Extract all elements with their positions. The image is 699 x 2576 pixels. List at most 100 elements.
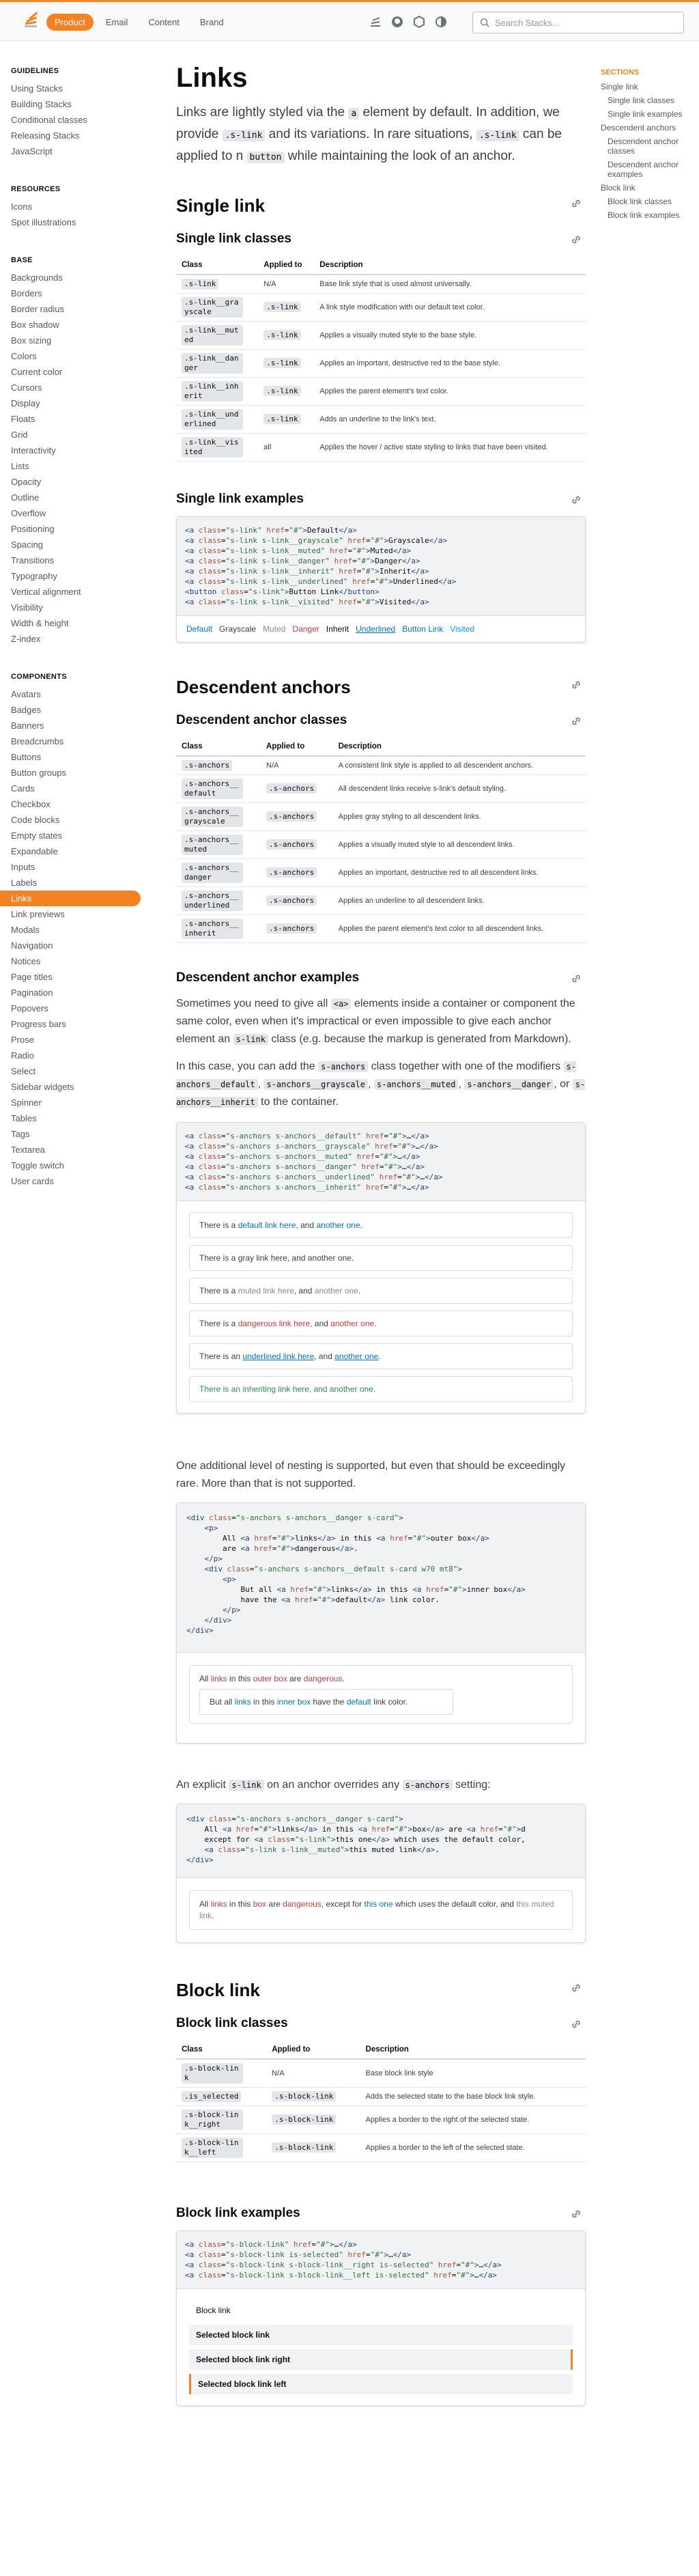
sidebar-item-spinner[interactable]: Spinner bbox=[0, 1095, 143, 1110]
demo-link[interactable]: inheriting link here bbox=[242, 1384, 309, 1394]
sidebar-item-select[interactable]: Select bbox=[0, 1063, 143, 1079]
sidebar-item-z-index[interactable]: Z-index bbox=[0, 631, 143, 647]
sidebar-item-outline[interactable]: Outline bbox=[0, 490, 143, 505]
toc-item[interactable]: Single link examples bbox=[601, 109, 689, 119]
sidebar-item-navigation[interactable]: Navigation bbox=[0, 938, 143, 953]
sidebar-item-notices[interactable]: Notices bbox=[0, 953, 143, 969]
demo-link-muted[interactable]: Muted bbox=[263, 624, 285, 634]
sidebar-item-empty-states[interactable]: Empty states bbox=[0, 828, 143, 843]
anchor-link-icon[interactable] bbox=[571, 2019, 582, 2030]
sidebar-item-box-sizing[interactable]: Box sizing bbox=[0, 333, 143, 348]
sidebar-item-avatars[interactable]: Avatars bbox=[0, 686, 143, 702]
anchor-link-icon[interactable] bbox=[571, 198, 582, 209]
sidebar-item-checkbox[interactable]: Checkbox bbox=[0, 796, 143, 812]
block-link[interactable]: Selected block link right bbox=[189, 2349, 573, 2370]
toc-item[interactable]: Descendent anchors bbox=[601, 123, 689, 132]
sidebar-item-sidebar-widgets[interactable]: Sidebar widgets bbox=[0, 1079, 143, 1095]
demo-link[interactable]: default bbox=[347, 1697, 371, 1707]
stacks-logo-icon[interactable] bbox=[20, 12, 41, 32]
demo-link[interactable]: another one bbox=[334, 1352, 378, 1361]
sidebar-item-radio[interactable]: Radio bbox=[0, 1048, 143, 1063]
anchor-link-icon[interactable] bbox=[571, 1983, 582, 1993]
sidebar-item-javascript[interactable]: JavaScript bbox=[0, 143, 143, 159]
demo-link-underlined[interactable]: Underlined bbox=[356, 624, 395, 634]
demo-link[interactable]: outer box bbox=[253, 1674, 287, 1683]
toc-item[interactable]: Descendent anchor examples bbox=[601, 160, 689, 179]
demo-link[interactable]: another one bbox=[315, 1286, 358, 1296]
sidebar-item-textarea[interactable]: Textarea bbox=[0, 1142, 143, 1158]
sidebar-item-conditional-classes[interactable]: Conditional classes bbox=[0, 112, 143, 128]
sidebar-item-overflow[interactable]: Overflow bbox=[0, 505, 143, 521]
toc-item[interactable]: Descendent anchor classes bbox=[601, 137, 689, 156]
sidebar-item-building-stacks[interactable]: Building Stacks bbox=[0, 96, 143, 112]
sidebar-item-backgrounds[interactable]: Backgrounds bbox=[0, 270, 143, 285]
sidebar-item-progress-bars[interactable]: Progress bars bbox=[0, 1016, 143, 1032]
demo-link-visited[interactable]: Visited bbox=[450, 624, 474, 634]
tab-product[interactable]: Product bbox=[46, 14, 94, 31]
demo-link-inherit[interactable]: Inherit bbox=[326, 624, 349, 634]
sidebar-item-floats[interactable]: Floats bbox=[0, 411, 143, 427]
sidebar-item-expandable[interactable]: Expandable bbox=[0, 843, 143, 859]
toc-item[interactable]: Single link bbox=[601, 82, 689, 92]
sidebar-item-lists[interactable]: Lists bbox=[0, 458, 143, 474]
demo-link[interactable]: this one bbox=[365, 1899, 393, 1909]
sidebar-item-user-cards[interactable]: User cards bbox=[0, 1173, 143, 1189]
demo-link-button-link[interactable]: Button Link bbox=[402, 624, 443, 634]
figma-icon[interactable] bbox=[412, 15, 426, 29]
anchor-link-icon[interactable] bbox=[571, 234, 582, 245]
sidebar-item-using-stacks[interactable]: Using Stacks bbox=[0, 81, 143, 96]
sidebar-item-toggle-switch[interactable]: Toggle switch bbox=[0, 1158, 143, 1173]
demo-link[interactable]: another one bbox=[316, 1220, 360, 1230]
sidebar-item-positioning[interactable]: Positioning bbox=[0, 521, 143, 537]
demo-link[interactable]: muted link here bbox=[238, 1286, 294, 1296]
sidebar-item-buttons[interactable]: Buttons bbox=[0, 749, 143, 765]
sidebar-item-colors[interactable]: Colors bbox=[0, 348, 143, 364]
sidebar-item-modals[interactable]: Modals bbox=[0, 922, 143, 938]
sidebar-item-vertical-alignment[interactable]: Vertical alignment bbox=[0, 584, 143, 600]
sidebar-item-banners[interactable]: Banners bbox=[0, 718, 143, 733]
sidebar-item-width-height[interactable]: Width & height bbox=[0, 615, 143, 631]
block-link[interactable]: Block link bbox=[189, 2300, 573, 2321]
github-icon[interactable] bbox=[390, 15, 404, 29]
sidebar-item-current-color[interactable]: Current color bbox=[0, 364, 143, 380]
sidebar-item-link-previews[interactable]: Link previews bbox=[0, 906, 143, 922]
toc-item[interactable]: Block link examples bbox=[601, 210, 689, 220]
demo-link[interactable]: dangerous bbox=[283, 1899, 322, 1909]
sidebar-item-releasing-stacks[interactable]: Releasing Stacks bbox=[0, 128, 143, 143]
anchor-link-icon[interactable] bbox=[571, 680, 582, 690]
demo-link-default[interactable]: Default bbox=[186, 624, 212, 634]
sidebar-item-transitions[interactable]: Transitions bbox=[0, 552, 143, 568]
sidebar-item-page-titles[interactable]: Page titles bbox=[0, 969, 143, 985]
sidebar-item-typography[interactable]: Typography bbox=[0, 568, 143, 584]
demo-link[interactable]: links bbox=[211, 1674, 227, 1683]
toc-item[interactable]: Block link classes bbox=[601, 197, 689, 206]
sidebar-item-tags[interactable]: Tags bbox=[0, 1126, 143, 1142]
sidebar-item-badges[interactable]: Badges bbox=[0, 702, 143, 718]
sidebar-item-popovers[interactable]: Popovers bbox=[0, 1000, 143, 1016]
sidebar-item-grid[interactable]: Grid bbox=[0, 427, 143, 443]
anchor-link-icon[interactable] bbox=[571, 494, 582, 505]
demo-link[interactable]: links bbox=[235, 1697, 251, 1707]
demo-link[interactable]: links bbox=[211, 1899, 227, 1909]
sidebar-item-border-radius[interactable]: Border radius bbox=[0, 301, 143, 317]
sidebar-item-prose[interactable]: Prose bbox=[0, 1032, 143, 1048]
tab-brand[interactable]: Brand bbox=[192, 14, 232, 31]
sidebar-item-code-blocks[interactable]: Code blocks bbox=[0, 812, 143, 828]
demo-link[interactable]: dangerous link here bbox=[238, 1319, 310, 1328]
demo-link[interactable]: default link here bbox=[238, 1220, 296, 1230]
sidebar-item-labels[interactable]: Labels bbox=[0, 875, 143, 891]
sidebar-item-cursors[interactable]: Cursors bbox=[0, 380, 143, 395]
demo-link[interactable]: box bbox=[253, 1899, 266, 1909]
demo-link[interactable]: gray link here bbox=[238, 1253, 287, 1263]
demo-link[interactable]: another one bbox=[308, 1253, 352, 1263]
tab-content[interactable]: Content bbox=[140, 14, 188, 31]
block-link[interactable]: Selected block link left bbox=[189, 2374, 573, 2394]
demo-link[interactable]: another one bbox=[330, 1384, 373, 1394]
sidebar-item-links[interactable]: Links bbox=[0, 891, 141, 906]
sidebar-item-opacity[interactable]: Opacity bbox=[0, 474, 143, 490]
sidebar-item-breadcrumbs[interactable]: Breadcrumbs bbox=[0, 733, 143, 749]
sidebar-item-button-groups[interactable]: Button groups bbox=[0, 765, 143, 781]
anchor-link-icon[interactable] bbox=[571, 973, 582, 984]
sidebar-item-interactivity[interactable]: Interactivity bbox=[0, 443, 143, 458]
tab-email[interactable]: Email bbox=[98, 14, 137, 31]
